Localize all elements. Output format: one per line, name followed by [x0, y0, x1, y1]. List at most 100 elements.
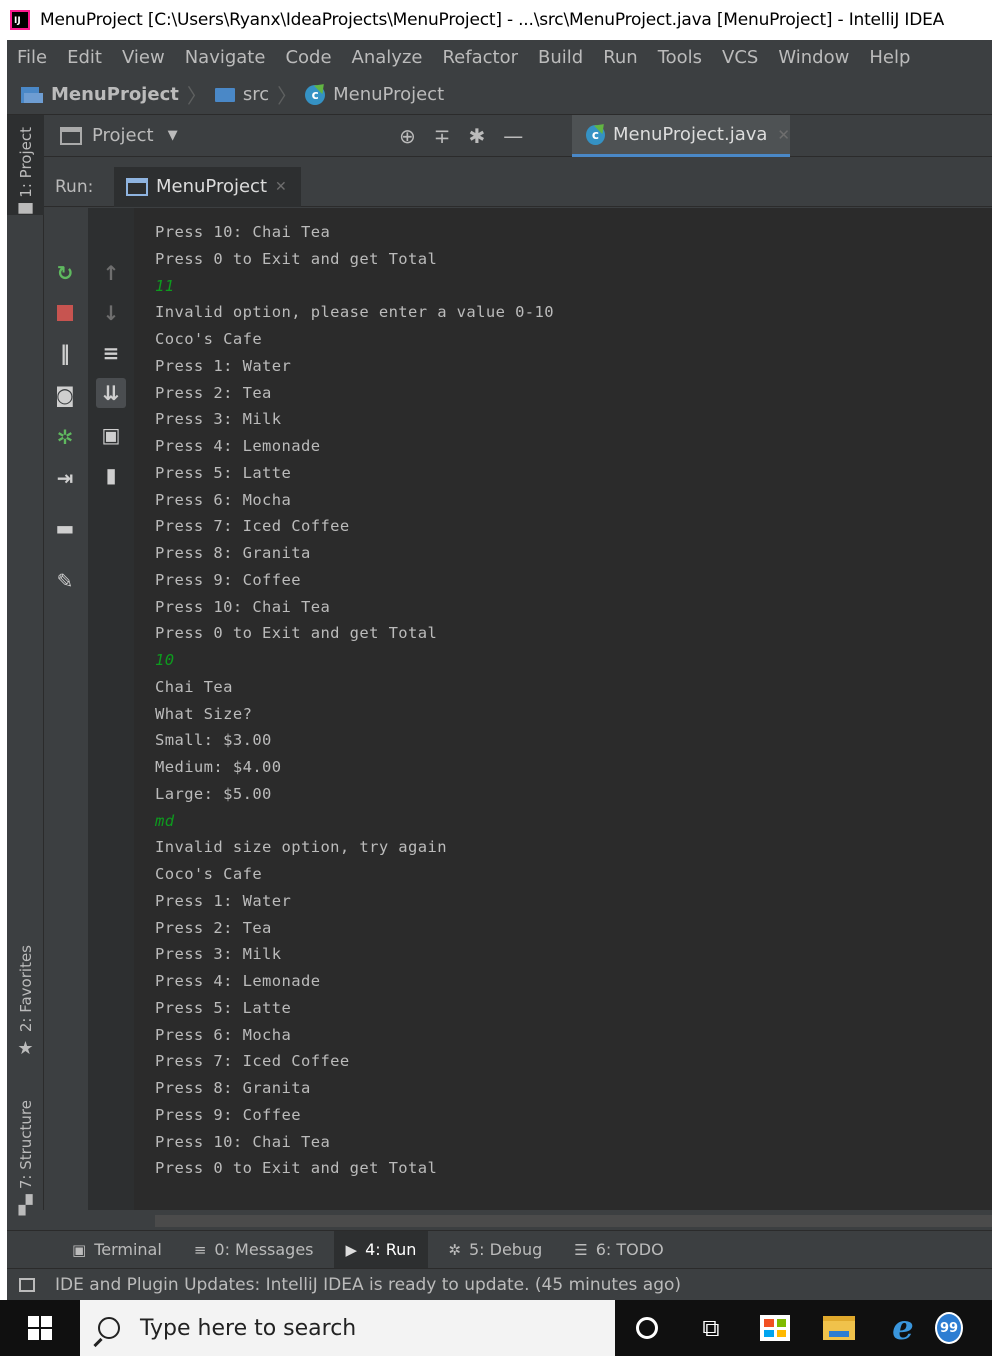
console-output-line: Press 1: Water: [155, 891, 292, 910]
breadcrumb-project[interactable]: MenuProject: [21, 84, 179, 105]
edge-icon[interactable]: e: [871, 1300, 935, 1356]
menu-help[interactable]: Help: [869, 47, 910, 68]
camera-icon[interactable]: ◙: [50, 380, 80, 410]
menu-navigate[interactable]: Navigate: [185, 47, 266, 68]
gear-icon[interactable]: ✱: [469, 124, 486, 148]
java-class-icon: c: [586, 124, 605, 145]
rerun-icon[interactable]: ↻: [50, 258, 80, 288]
menu-build[interactable]: Build: [538, 47, 583, 68]
console-input-line: 10: [155, 651, 175, 669]
console-output-line: Coco's Cafe: [155, 330, 263, 348]
bottom-tool-tabs: ▣ Terminal ≡ 0: Messages ▶ 4: Run ✲ 5: Debug ☰ 6:…: [7, 1230, 992, 1269]
down-arrow-icon[interactable]: ↓: [96, 298, 126, 328]
status-message[interactable]: IDE and Plugin Updates: IntelliJ IDEA is…: [55, 1275, 681, 1295]
ide-frame: File Edit View Navigate Code Analyze Refactor B…: [7, 40, 992, 1300]
structure-icon: ▞: [18, 1195, 33, 1217]
bottom-tab-run[interactable]: ▶ 4: Run: [333, 1230, 429, 1269]
console-output-line: Press 10: Chai Tea: [155, 223, 331, 241]
horizontal-scrollbar[interactable]: [155, 1215, 992, 1227]
console-output-line: Press 2: Tea: [155, 383, 272, 402]
bottom-tab-todo[interactable]: ☰ 6: TODO: [562, 1231, 675, 1269]
editor-tab-menuproject[interactable]: c MenuProject.java ✕: [572, 115, 790, 157]
tool-tab-favorites[interactable]: 2: Favorites ★: [7, 945, 44, 1065]
tool-tab-structure[interactable]: 7: Structure ▞: [7, 1100, 44, 1216]
menu-view[interactable]: View: [122, 47, 165, 68]
window-title: MenuProject [C:\Users\Ryanx\IdeaProjects…: [40, 10, 945, 30]
breadcrumb-folder-label: src: [242, 84, 270, 105]
bottom-tab-label: 4: Run: [365, 1240, 417, 1259]
console-output-line: Chai Tea: [155, 677, 233, 696]
close-icon[interactable]: ✕: [275, 179, 287, 195]
file-explorer-icon[interactable]: [807, 1300, 871, 1356]
run-tab-menuproject[interactable]: MenuProject ✕: [114, 166, 301, 207]
collapse-all-icon[interactable]: ∓: [434, 124, 451, 148]
console-icon: [126, 177, 148, 196]
toggle-tool-windows-icon[interactable]: [19, 1277, 35, 1292]
console-output-line: Invalid size option, try again: [155, 838, 447, 857]
trash-icon[interactable]: ▮: [96, 460, 126, 490]
task-view-icon[interactable]: ⧉: [679, 1300, 743, 1356]
console-output-line: Large: $5.00: [155, 784, 272, 803]
console-output-line: Press 9: Coffee: [155, 1105, 301, 1124]
menu-edit[interactable]: Edit: [67, 47, 102, 68]
debug-bug-icon[interactable]: ✲: [50, 422, 80, 452]
menu-vcs[interactable]: VCS: [722, 47, 758, 68]
bottom-tab-label: 5: Debug: [468, 1240, 543, 1259]
console-output-line: Press 3: Milk: [155, 945, 282, 964]
menu-analyze[interactable]: Analyze: [352, 47, 423, 68]
console-output-line: Press 8: Granita: [155, 544, 311, 562]
messages-icon: ≡: [193, 1240, 207, 1259]
menu-file[interactable]: File: [17, 47, 47, 68]
close-icon[interactable]: ✕: [777, 126, 790, 144]
app-badge-count: 99: [935, 1312, 963, 1344]
navigation-bar: MenuProject 〉 src 〉 c MenuProject: [7, 75, 992, 115]
taskbar-search-box[interactable]: Type here to search: [80, 1300, 615, 1356]
menu-window[interactable]: Window: [778, 47, 849, 68]
console-lines: Press 10: Chai Tea Press 0 to Exit and ge…: [155, 219, 554, 1182]
pause-icon[interactable]: ‖: [50, 338, 80, 368]
menu-refactor[interactable]: Refactor: [442, 47, 518, 68]
cortana-icon[interactable]: [615, 1300, 679, 1356]
tool-tab-project-label: 1: Project: [16, 127, 35, 198]
up-arrow-icon[interactable]: ↑: [96, 258, 126, 288]
menu-tools[interactable]: Tools: [658, 47, 702, 68]
print-icon[interactable]: ▣: [96, 420, 126, 450]
console-output[interactable]: Press 10: Chai Tea Press 0 to Exit and ge…: [134, 208, 992, 1210]
console-output-line: Coco's Cafe: [155, 865, 263, 883]
menu-bar: File Edit View Navigate Code Analyze Refactor B…: [7, 40, 992, 75]
breadcrumb-folder[interactable]: src: [214, 84, 270, 105]
project-icon: [21, 86, 43, 103]
windows-taskbar: Type here to search ⧉ e 99: [0, 1300, 992, 1356]
console-output-line: Medium: $4.00: [155, 758, 282, 776]
scroll-to-end-icon[interactable]: ⇊: [96, 378, 126, 408]
start-button[interactable]: [0, 1300, 80, 1356]
bottom-tab-messages[interactable]: ≡ 0: Messages: [182, 1231, 326, 1269]
console-output-line: Press 10: Chai Tea: [155, 1132, 331, 1151]
app-badge-icon[interactable]: 99: [935, 1300, 963, 1356]
bottom-tab-debug[interactable]: ✲ 5: Debug: [436, 1231, 554, 1269]
menu-code[interactable]: Code: [285, 47, 331, 68]
console-output-line: Press 4: Lemonade: [155, 437, 321, 455]
pin-icon[interactable]: ✎: [50, 566, 80, 596]
terminal-icon: ▣: [72, 1240, 87, 1259]
breadcrumb-file[interactable]: c MenuProject: [305, 84, 444, 105]
console-output-line: Press 2: Tea: [155, 918, 272, 937]
todo-icon: ☰: [574, 1240, 588, 1259]
layout-icon[interactable]: ▬: [50, 513, 80, 543]
locate-icon[interactable]: ⊕: [399, 124, 416, 148]
soft-wrap-icon[interactable]: ≡: [96, 338, 126, 368]
stop-icon[interactable]: [50, 298, 80, 328]
store-icon[interactable]: [743, 1300, 807, 1356]
console-input-line: md: [155, 811, 175, 830]
menu-run[interactable]: Run: [603, 47, 638, 68]
tool-tab-project[interactable]: 1: Project ▀: [7, 115, 44, 225]
window-icon: [60, 126, 82, 145]
exit-icon[interactable]: ⇥: [50, 463, 80, 493]
bottom-tab-label: Terminal: [94, 1240, 162, 1259]
bottom-tab-label: 0: Messages: [214, 1240, 314, 1259]
debug-icon: ✲: [448, 1240, 461, 1259]
breadcrumb-separator-icon: 〉: [186, 84, 207, 108]
hide-icon[interactable]: —: [503, 124, 523, 148]
console-output-line: Press 5: Latte: [155, 463, 292, 482]
bottom-tab-terminal[interactable]: ▣ Terminal: [60, 1231, 174, 1269]
